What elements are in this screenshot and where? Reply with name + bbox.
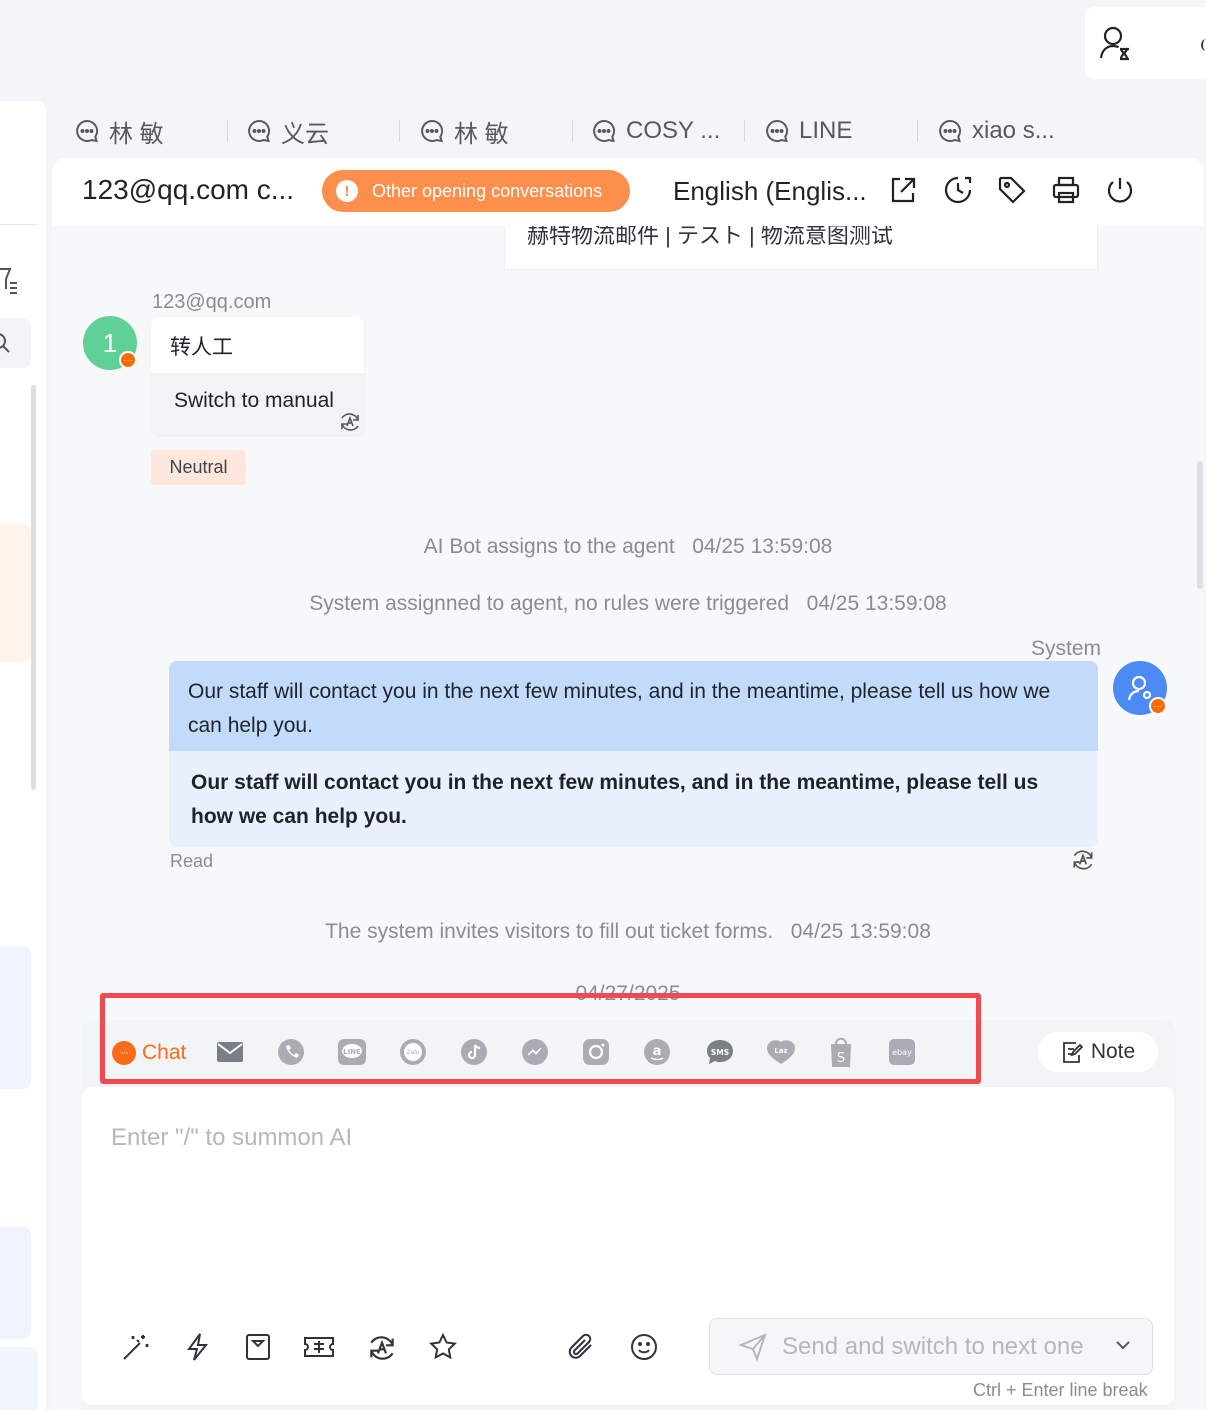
conversation-tab-label: COSY ... — [626, 117, 721, 144]
chat-bubble-icon — [248, 119, 271, 143]
system-event: AI Bot assigns to the agent 04/25 13:59:… — [52, 535, 1204, 559]
sentiment-tag: Neutral — [151, 450, 246, 485]
emoji-icon[interactable] — [629, 1332, 659, 1362]
list-search-box[interactable] — [0, 318, 31, 368]
conversation-tab[interactable]: 义云 — [247, 106, 329, 156]
conversation-tab[interactable]: 林 敏 — [420, 106, 509, 156]
system-event: System assignned to agent, no rules were… — [52, 592, 1204, 616]
tag-icon[interactable] — [997, 175, 1027, 205]
system-event-text: System assignned to agent, no rules were… — [309, 592, 790, 615]
ticket-icon[interactable] — [303, 1332, 335, 1362]
list-scrollbar[interactable] — [31, 385, 36, 790]
chat-bubble-icon — [939, 119, 962, 143]
note-label: Note — [1090, 1040, 1136, 1063]
agent-status-card[interactable] — [1085, 7, 1206, 79]
conversation-tab-label: 林 敏 — [454, 120, 509, 148]
translate-icon[interactable] — [366, 1332, 398, 1364]
filter-icon[interactable] — [0, 265, 18, 295]
chat-bubble-icon — [593, 119, 616, 143]
panel-divider — [0, 224, 38, 225]
chat-bubble-icon — [766, 119, 789, 143]
conversation-tab-label: 义云 — [281, 120, 329, 148]
send-button-label: Send and switch to next one — [782, 1332, 1084, 1360]
note-button[interactable]: Note — [1038, 1032, 1158, 1072]
ai-magic-wand-icon[interactable] — [121, 1332, 151, 1362]
conversation-list-item-active[interactable] — [0, 524, 31, 662]
tab-divider — [744, 120, 745, 142]
conversation-title[interactable]: 123@qq.com c... — [82, 174, 294, 206]
conversation-tab-label: 林 敏 — [109, 120, 164, 148]
agent-message-translation: Our staff will contact you in the next f… — [169, 751, 1098, 847]
chevron-down-icon[interactable] — [1114, 1338, 1132, 1352]
language-selector[interactable]: English (Englis... — [673, 176, 867, 207]
channel-bar-highlight — [100, 993, 981, 1084]
send-icon — [738, 1332, 767, 1362]
visitor-message-original: 转人工 — [170, 336, 233, 359]
search-icon — [0, 333, 12, 353]
star-icon[interactable] — [428, 1332, 458, 1362]
system-event-text: AI Bot assigns to the agent — [423, 535, 675, 558]
conversation-tabs: 林 敏 义云 林 敏 COSY ... LINE xiao s... — [55, 106, 1206, 156]
conversation-tab-label: xiao s... — [972, 117, 1055, 144]
visitor-avatar-label: 1 — [102, 327, 118, 358]
tab-divider — [572, 120, 573, 142]
conversation-list-item[interactable] — [0, 1227, 31, 1339]
conversation-tab-label: LINE — [799, 117, 853, 144]
system-event-time: 04/25 13:59:08 — [692, 535, 833, 558]
knowledge-base-icon[interactable] — [243, 1332, 273, 1362]
chat-channel-badge: ··· — [119, 351, 137, 369]
tab-divider — [399, 120, 400, 142]
attachment-icon[interactable] — [567, 1332, 597, 1362]
tab-divider — [917, 120, 918, 142]
conversation-tab[interactable]: 林 敏 — [75, 106, 164, 156]
conversation-list-panel — [0, 101, 46, 1410]
translate-icon[interactable] — [338, 410, 362, 434]
tab-divider — [227, 120, 228, 142]
other-conversations-badge[interactable]: ! Other opening conversations — [322, 170, 630, 212]
chat-bubble-icon — [76, 119, 99, 143]
visitor-message-bubble: 转人工 Switch to manual — [151, 317, 364, 435]
system-event-text: The system invites visitors to fill out … — [325, 920, 774, 943]
agent-name: System — [1031, 637, 1102, 660]
print-icon[interactable] — [1051, 175, 1081, 205]
quick-reply-icon[interactable] — [183, 1332, 213, 1362]
chat-scrollbar[interactable] — [1197, 461, 1203, 589]
message-input-placeholder[interactable]: Enter "/" to summon AI — [111, 1124, 352, 1152]
conversation-list-item[interactable] — [0, 946, 31, 1089]
system-event-time: 04/25 13:59:08 — [790, 920, 931, 943]
system-event-time: 04/25 13:59:08 — [806, 592, 947, 615]
note-icon — [1062, 1042, 1083, 1063]
share-icon[interactable] — [888, 175, 918, 205]
conversation-tab[interactable]: LINE — [765, 106, 852, 156]
user-icon — [1127, 675, 1152, 701]
conversation-list-item[interactable] — [0, 1347, 38, 1410]
system-event: The system invites visitors to fill out … — [52, 920, 1204, 944]
other-conversations-label: Other opening conversations — [372, 180, 603, 201]
conversation-tab[interactable]: COSY ... — [592, 106, 720, 156]
translate-icon[interactable] — [1070, 847, 1096, 873]
agent-message-original: Our staff will contact you in the next f… — [169, 661, 1098, 751]
more-icon[interactable] — [1201, 39, 1206, 51]
send-button[interactable]: Send and switch to next one — [709, 1318, 1153, 1375]
agent-message-bubble: Our staff will contact you in the next f… — [169, 661, 1098, 847]
conversation-tab[interactable]: xiao s... — [938, 106, 1055, 156]
line-break-hint: Ctrl + Enter line break — [973, 1380, 1148, 1400]
history-icon[interactable] — [943, 175, 973, 205]
agent-status-icon[interactable] — [1099, 25, 1133, 61]
visitor-message-translation: Switch to manual — [151, 373, 364, 435]
chat-channel-badge: ··· — [1149, 697, 1167, 715]
visitor-name: 123@qq.com — [152, 291, 272, 313]
read-status: Read — [170, 851, 214, 871]
warning-icon: ! — [336, 180, 358, 202]
chat-bubble-icon — [421, 119, 444, 143]
power-icon[interactable] — [1105, 175, 1135, 205]
